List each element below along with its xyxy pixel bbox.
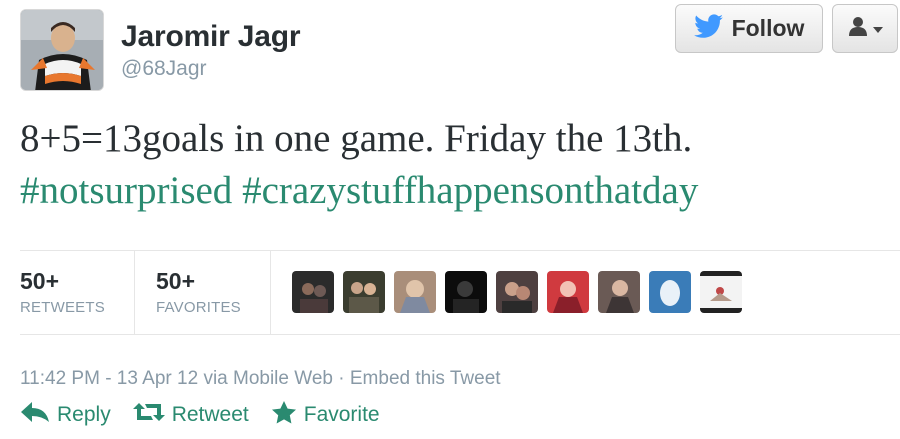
default-egg-avatar[interactable] xyxy=(649,271,691,313)
favorites-count[interactable]: 50+ xyxy=(156,268,195,295)
hashtag-link[interactable]: #crazystuffhappensonthatday xyxy=(242,169,698,212)
retweet-label: Retweet xyxy=(171,403,249,426)
twitter-bird-icon xyxy=(693,13,724,44)
reply-button[interactable]: Reply xyxy=(20,401,111,429)
tweet-text: 8+5=13goals in one game. Friday the 13th… xyxy=(20,113,890,217)
retweets-count[interactable]: 50+ xyxy=(20,268,59,295)
caret-down-icon xyxy=(873,20,883,38)
retweets-label[interactable]: RETWEETS xyxy=(20,299,105,316)
user-avatar[interactable] xyxy=(343,271,385,313)
follow-button-label: Follow xyxy=(731,15,805,41)
stats-divider-top xyxy=(20,250,900,251)
favorites-label[interactable]: FAVORITES xyxy=(156,299,241,316)
user-avatar[interactable] xyxy=(496,271,538,313)
avatar[interactable] xyxy=(20,9,104,91)
user-avatar[interactable] xyxy=(700,271,742,313)
stats-divider-bottom xyxy=(20,334,900,335)
tweet-source: via Mobile Web xyxy=(203,368,333,389)
avatar-photo xyxy=(21,10,103,90)
user-avatar[interactable] xyxy=(394,271,436,313)
tweet-meta: 11:42 PM - 13 Apr 12 via Mobile Web · Em… xyxy=(20,368,501,390)
favoriter-avatars xyxy=(292,271,742,313)
stats-separator xyxy=(270,251,271,334)
reply-icon xyxy=(20,401,50,429)
author-name[interactable]: Jaromir Jagr xyxy=(121,20,301,54)
meta-separator: · xyxy=(338,368,345,389)
embed-tweet-link[interactable]: Embed this Tweet xyxy=(350,368,501,389)
person-icon xyxy=(847,15,869,42)
user-avatar[interactable] xyxy=(445,271,487,313)
hashtag-link[interactable]: #notsurprised xyxy=(20,169,232,212)
tweet-hashtags: #notsurprised #crazystuffhappensonthatda… xyxy=(20,165,890,217)
retweet-button[interactable]: Retweet xyxy=(132,401,249,429)
tweet-timestamp[interactable]: 11:42 PM - 13 Apr 12 xyxy=(20,368,198,389)
user-avatar[interactable] xyxy=(598,271,640,313)
tweet-body: 8+5=13goals in one game. Friday the 13th… xyxy=(20,117,693,160)
author-handle[interactable]: @68Jagr xyxy=(121,57,207,81)
user-avatar[interactable] xyxy=(292,271,334,313)
favorite-label: Favorite xyxy=(303,403,380,426)
user-actions-button[interactable] xyxy=(832,4,898,53)
star-icon xyxy=(271,400,297,430)
favorite-button[interactable]: Favorite xyxy=(271,400,380,430)
tweet-actions: Reply Retweet Favorite xyxy=(20,400,380,430)
follow-button[interactable]: Follow xyxy=(675,4,823,53)
stats-separator xyxy=(134,251,135,334)
user-avatar[interactable] xyxy=(547,271,589,313)
retweet-icon xyxy=(132,401,165,429)
reply-label: Reply xyxy=(57,403,111,426)
